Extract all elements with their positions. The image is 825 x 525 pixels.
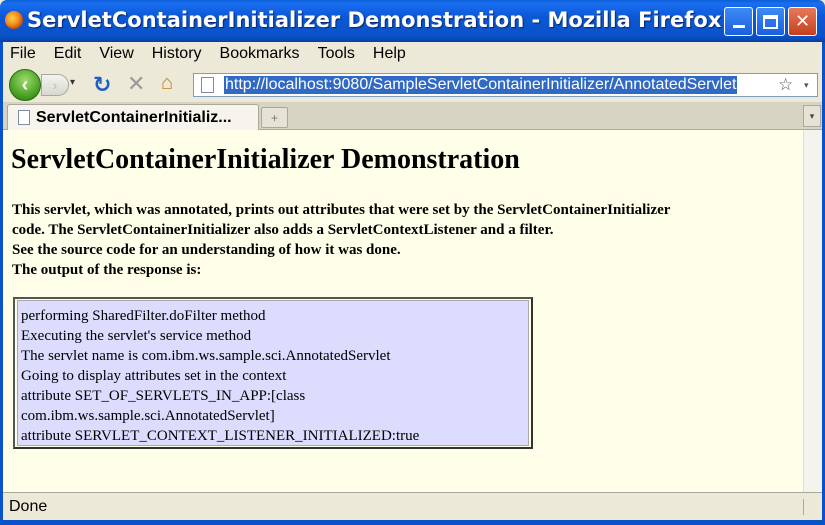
page-description: This servlet, which was annotated, print… <box>12 200 692 280</box>
minimize-icon <box>732 25 745 28</box>
title-bar[interactable]: ServletContainerInitializer Demonstratio… <box>0 0 825 42</box>
tab-active[interactable]: ServletContainerInitializ... <box>7 104 259 130</box>
output-line: The servlet name is com.ibm.ws.sample.sc… <box>21 348 391 364</box>
menu-file[interactable]: File <box>10 45 36 63</box>
forward-arrow-icon: › <box>52 77 58 93</box>
window-frame-bottom[interactable] <box>0 520 825 525</box>
menu-edit[interactable]: Edit <box>54 45 82 63</box>
back-arrow-icon: ‹ <box>21 73 29 96</box>
bookmark-star-icon[interactable]: ☆ <box>778 75 793 95</box>
menu-bookmarks[interactable]: Bookmarks <box>220 45 300 63</box>
description-line: See the source code for an understanding… <box>12 242 401 258</box>
url-input[interactable]: http://localhost:9080/SampleServletConta… <box>224 76 738 94</box>
history-dropdown-icon[interactable]: ▾ <box>70 77 75 88</box>
status-bar: Done <box>3 492 822 520</box>
output-line: performing SharedFilter.doFilter method <box>21 308 266 324</box>
tab-bar: ServletContainerInitializ... + ▾ <box>3 102 822 130</box>
plus-icon: + <box>270 110 278 125</box>
description-line: This servlet, which was annotated, print… <box>12 202 671 238</box>
close-icon: ✕ <box>794 11 811 31</box>
menu-tools[interactable]: Tools <box>318 45 355 63</box>
output-line: attribute SERVLET_CONTEXT_LISTENER_INITI… <box>21 428 420 444</box>
reload-icon[interactable]: ↻ <box>93 72 111 98</box>
menu-history[interactable]: History <box>152 45 202 63</box>
page-title: ServletContainerInitializer Demonstratio… <box>11 144 520 175</box>
page-icon <box>201 77 214 93</box>
window-title: ServletContainerInitializer Demonstratio… <box>27 8 722 32</box>
output-line: Executing the servlet's service method <box>21 328 252 344</box>
vertical-scrollbar[interactable] <box>803 130 822 492</box>
menu-help[interactable]: Help <box>373 45 406 63</box>
maximize-icon <box>763 14 778 29</box>
tab-label: ServletContainerInitializ... <box>36 108 232 126</box>
address-bar[interactable]: http://localhost:9080/SampleServletConta… <box>193 73 818 97</box>
status-text: Done <box>9 497 48 515</box>
forward-button[interactable]: › <box>41 74 69 96</box>
menu-view[interactable]: View <box>99 45 133 63</box>
output-box: performing SharedFilter.doFilter method … <box>13 297 533 449</box>
output-line: attribute SET_OF_SERVLETS_IN_APP:[class … <box>21 388 306 424</box>
window-frame-left[interactable] <box>0 42 3 525</box>
status-panel-divider <box>803 499 817 515</box>
back-button[interactable]: ‹ <box>9 69 41 101</box>
description-line: The output of the response is: <box>12 262 202 278</box>
url-dropdown-icon[interactable]: ▾ <box>804 80 809 91</box>
stop-icon[interactable]: ✕ <box>127 71 145 97</box>
list-all-tabs-button[interactable]: ▾ <box>803 105 821 127</box>
menu-bar: File Edit View History Bookmarks Tools H… <box>3 42 822 66</box>
new-tab-button[interactable]: + <box>261 107 288 128</box>
page-icon <box>18 110 30 125</box>
minimize-button[interactable] <box>724 7 753 36</box>
page-content: ServletContainerInitializer Demonstratio… <box>3 130 803 492</box>
home-icon[interactable]: ⌂ <box>161 72 173 95</box>
firefox-icon[interactable] <box>5 11 23 29</box>
navigation-toolbar: ‹ › ▾ ↻ ✕ ⌂ http://localhost:9080/Sample… <box>3 66 822 102</box>
output-line: Going to display attributes set in the c… <box>21 368 287 384</box>
maximize-button[interactable] <box>756 7 785 36</box>
output-content: performing SharedFilter.doFilter method … <box>17 300 529 446</box>
close-button[interactable]: ✕ <box>788 7 817 36</box>
chevron-down-icon: ▾ <box>809 110 815 121</box>
